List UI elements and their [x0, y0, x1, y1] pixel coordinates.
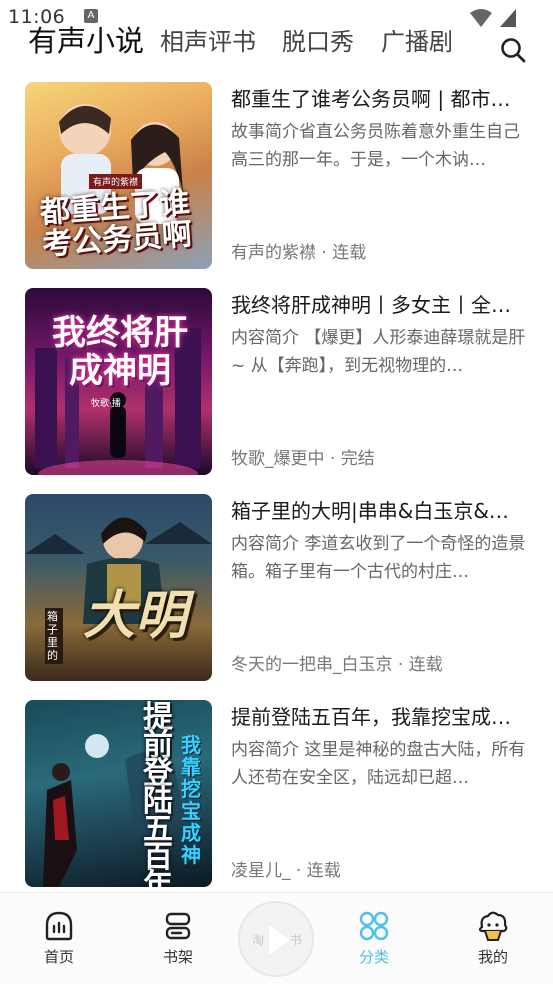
bookshelf-icon [165, 912, 191, 940]
nav-category-label: 分类 [358, 948, 389, 966]
tab-radio-drama[interactable]: 广播剧 [381, 22, 453, 57]
bottom-nav: 首页 书架 淘 书 分类 我的 [0, 892, 553, 984]
book-info: 箱子里的大明|串串&白玉京&… 内容简介 李道玄收到了一个奇怪的造景箱。箱子里有… [231, 496, 531, 586]
nav-home[interactable]: 首页 [19, 909, 99, 967]
book-info: 都重生了谁考公务员啊 | 都市… 故事简介省直公务员陈着意外重生自己高三的那一年… [231, 84, 531, 174]
signal-icon [500, 9, 516, 27]
player-left-text: 淘 [252, 933, 265, 947]
book-author-status: 有声的紫襟 · 连载 [231, 243, 367, 263]
status-icons [469, 8, 517, 28]
nav-shelf[interactable]: 书架 [138, 909, 218, 967]
book-desc: 内容简介 李道玄收到了一个奇怪的造景箱。箱子里有一个古代的村庄… [231, 534, 526, 582]
player-right-text: 书 [290, 933, 303, 947]
nav-mine[interactable]: 我的 [453, 909, 533, 967]
cover-badge: 有声的紫襟 [89, 174, 143, 189]
search-icon[interactable] [499, 36, 527, 64]
cover-title-text: 我终将肝成神明 [52, 313, 188, 391]
book-cover: 大明 箱子里的 [25, 494, 212, 681]
book-desc: 故事简介省直公务员陈着意外重生自己高三的那一年。于是，一个木讷… [231, 122, 520, 170]
cover-badge: 牧歌·播 [91, 399, 121, 409]
cover-badge: 箱子里的 [45, 608, 63, 664]
book-title: 都重生了谁考公务员啊 | 都市… [231, 87, 511, 111]
book-info: 提前登陆五百年，我靠挖宝成… 内容简介 这里是神秘的盘古大陆，所有人还苟在安全区… [231, 702, 531, 792]
cover-badge: 我靠挖宝成神 [181, 733, 201, 867]
wifi-icon [470, 9, 492, 27]
book-author-status: 凌星儿_ · 连载 [231, 861, 341, 881]
book-item[interactable]: 大明 箱子里的 箱子里的大明|串串&白玉京&… 内容简介 李道玄收到了一个奇怪的… [0, 494, 553, 684]
book-title: 箱子里的大明|串串&白玉京&… [231, 499, 509, 523]
cover-title-text: 大明 [83, 586, 188, 646]
book-cover: 我终将肝成神明 牧歌·播 [25, 288, 212, 475]
cover-title-text: 提前登陆五百年 [143, 700, 173, 888]
tab-crosstalk[interactable]: 相声评书 [160, 22, 256, 57]
status-time: 11:06 [8, 6, 66, 28]
book-item[interactable]: 我终将肝成神明 牧歌·播 我终将肝成神明丨多女主丨全… 内容简介 【爆更】人形泰… [0, 288, 553, 478]
play-icon [269, 925, 290, 955]
book-desc: 内容简介 【爆更】人形泰迪薛璟就是肝~ 从【奔跑】，到无视物理的… [231, 328, 526, 376]
tabs-fade [467, 26, 495, 70]
book-author-status: 冬天的一把串_白玉京 · 连载 [231, 655, 443, 675]
book-item[interactable]: 都重生了谁考公务员啊 有声的紫襟 都重生了谁考公务员啊 | 都市… 故事简介省直… [0, 82, 553, 272]
tab-talkshow[interactable]: 脱口秀 [282, 22, 354, 57]
notification-icon: A [84, 9, 98, 23]
cover-title-text: 都重生了谁考公务员啊 [38, 185, 194, 263]
mini-player-button[interactable]: 淘 书 [238, 901, 314, 977]
nav-home-label: 首页 [43, 948, 74, 966]
book-cover: 提前登陆五百年 我靠挖宝成神 [25, 700, 212, 887]
book-cover: 都重生了谁考公务员啊 有声的紫襟 [25, 82, 212, 269]
book-title: 我终将肝成神明丨多女主丨全… [231, 293, 511, 317]
category-grid-icon [359, 911, 389, 941]
book-title: 提前登陆五百年，我靠挖宝成… [231, 705, 511, 729]
book-info: 我终将肝成神明丨多女主丨全… 内容简介 【爆更】人形泰迪薛璟就是肝~ 从【奔跑】… [231, 290, 531, 380]
book-desc: 内容简介 这里是神秘的盘古大陆，所有人还苟在安全区，陆远却已超… [231, 740, 526, 788]
book-item[interactable]: 提前登陆五百年 我靠挖宝成神 提前登陆五百年，我靠挖宝成… 内容简介 这里是神秘… [0, 700, 553, 890]
home-icon [45, 911, 73, 941]
nav-category[interactable]: 分类 [334, 909, 414, 967]
nav-mine-label: 我的 [477, 948, 508, 966]
nav-shelf-label: 书架 [162, 948, 193, 966]
profile-icon [478, 911, 508, 941]
book-author-status: 牧歌_爆更中 · 完结 [231, 449, 375, 469]
app-screen: 11:06 A 有声小说 相声评书 脱口秀 广播剧 都重生了谁考公务员啊 有声的… [0, 0, 553, 984]
